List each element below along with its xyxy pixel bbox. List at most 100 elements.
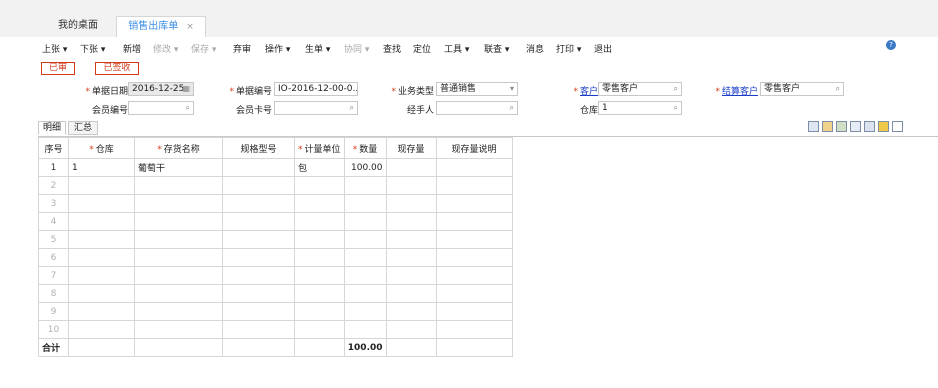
copy-row-icon[interactable]: [808, 121, 819, 132]
grid-cell[interactable]: [343, 284, 387, 303]
toolbar-item[interactable]: 新增: [123, 42, 141, 55]
grid-cell[interactable]: [435, 230, 513, 249]
grid-cell[interactable]: [435, 158, 513, 177]
toolbar-item[interactable]: 定位: [413, 42, 431, 55]
grid-cell[interactable]: [435, 266, 513, 285]
grid-cell[interactable]: [343, 230, 387, 249]
toolbar-item[interactable]: 生单 ▾: [305, 42, 330, 55]
grid-cell[interactable]: [385, 248, 437, 267]
grid-cell[interactable]: [385, 194, 437, 213]
view-row-icon[interactable]: [864, 121, 875, 132]
grid-cell[interactable]: [294, 194, 345, 213]
biztype-select[interactable]: 普通销售 ▾: [436, 82, 518, 96]
grid-cell[interactable]: [435, 248, 513, 267]
grid-cell[interactable]: [294, 230, 345, 249]
toolbar-item[interactable]: 联查 ▾: [484, 42, 509, 55]
table-row[interactable]: 3: [38, 194, 513, 213]
grid-cell[interactable]: [385, 284, 437, 303]
grid-cell[interactable]: [222, 284, 295, 303]
grid-cell[interactable]: [435, 284, 513, 303]
tab-sales-outbound[interactable]: 销售出库单 ×: [116, 16, 206, 37]
grid-column-header[interactable]: 现存量: [385, 137, 437, 159]
grid-settings-icon[interactable]: [892, 121, 903, 132]
grid-cell[interactable]: [294, 266, 345, 285]
grid-cell[interactable]: [294, 284, 345, 303]
grid-cell[interactable]: [222, 158, 295, 177]
grid-cell[interactable]: [294, 302, 345, 321]
grid-cell[interactable]: 葡萄干: [134, 158, 223, 177]
grid-cell[interactable]: [134, 194, 223, 213]
tab-my-desktop[interactable]: 我的桌面: [42, 16, 114, 37]
grid-cell[interactable]: [68, 212, 135, 231]
table-row[interactable]: 8: [38, 284, 513, 303]
grid-cell[interactable]: [385, 158, 437, 177]
grid-cell[interactable]: [68, 320, 135, 339]
grid-cell[interactable]: [222, 302, 295, 321]
grid-cell[interactable]: [222, 176, 295, 195]
toolbar-item[interactable]: 消息: [526, 42, 544, 55]
grid-cell[interactable]: [222, 194, 295, 213]
grid-cell[interactable]: [134, 266, 223, 285]
docno-field[interactable]: IO-2016-12-00-0...: [274, 82, 358, 96]
search-icon[interactable]: ⌕: [674, 102, 678, 114]
handler-field[interactable]: ⌕: [436, 101, 518, 115]
toolbar-item[interactable]: 操作 ▾: [265, 42, 290, 55]
customer-field[interactable]: 零售客户 ⌕: [598, 82, 682, 96]
grid-cell[interactable]: [435, 302, 513, 321]
grid-cell[interactable]: [385, 266, 437, 285]
toolbar-item[interactable]: 查找: [383, 42, 401, 55]
grid-cell[interactable]: [343, 176, 387, 195]
search-icon[interactable]: ⌕: [186, 102, 190, 114]
grid-cell[interactable]: [435, 176, 513, 195]
grid-cell[interactable]: [68, 194, 135, 213]
grid-cell[interactable]: [435, 320, 513, 339]
table-row[interactable]: 5: [38, 230, 513, 249]
grid-cell[interactable]: [68, 284, 135, 303]
grid-cell[interactable]: [294, 320, 345, 339]
table-row[interactable]: 9: [38, 302, 513, 321]
toolbar-item[interactable]: 协同 ▾: [344, 42, 369, 55]
grid-column-header[interactable]: * 计量单位: [294, 137, 345, 159]
grid-cell[interactable]: [222, 320, 295, 339]
grid-cell[interactable]: [134, 320, 223, 339]
grid-cell[interactable]: [134, 302, 223, 321]
table-row[interactable]: 1 1 葡萄干包 100.00: [38, 158, 513, 177]
grid-column-header[interactable]: 规格型号: [222, 137, 295, 159]
toolbar-item[interactable]: 弃审: [233, 42, 251, 55]
member-no-field[interactable]: ⌕: [128, 101, 194, 115]
grid-cell[interactable]: [385, 212, 437, 231]
toolbar-item[interactable]: 修改 ▾: [153, 42, 178, 55]
grid-cell[interactable]: [435, 194, 513, 213]
export-grid-icon[interactable]: [878, 121, 889, 132]
grid-cell[interactable]: [294, 212, 345, 231]
table-row[interactable]: 10: [38, 320, 513, 339]
grid-cell[interactable]: [343, 302, 387, 321]
search-icon[interactable]: ⌕: [836, 83, 840, 95]
grid-cell[interactable]: [134, 230, 223, 249]
grid-cell[interactable]: 100.00: [343, 158, 387, 177]
toolbar-item[interactable]: 工具 ▾: [444, 42, 469, 55]
grid-column-header[interactable]: 现存量说明: [435, 137, 513, 159]
grid-cell[interactable]: [134, 212, 223, 231]
grid-cell[interactable]: [385, 230, 437, 249]
grid-cell[interactable]: [222, 266, 295, 285]
settle-customer-field[interactable]: 零售客户 ⌕: [760, 82, 844, 96]
search-icon[interactable]: ⌕: [510, 102, 514, 114]
grid-cell[interactable]: [294, 248, 345, 267]
toolbar-item[interactable]: 退出: [594, 42, 612, 55]
toolbar-item[interactable]: 保存 ▾: [191, 42, 216, 55]
grid-cell[interactable]: [385, 176, 437, 195]
grid-cell[interactable]: [294, 176, 345, 195]
toolbar-item[interactable]: 下张 ▾: [80, 42, 105, 55]
date-field[interactable]: 2016-12-25 ▦: [128, 82, 194, 96]
grid-cell[interactable]: [385, 302, 437, 321]
warehouse-field[interactable]: 1 ⌕: [598, 101, 682, 115]
grid-cell[interactable]: [343, 194, 387, 213]
grid-column-header[interactable]: * 存货名称: [134, 137, 223, 159]
grid-column-header[interactable]: * 数量: [343, 137, 387, 159]
table-row[interactable]: 6: [38, 248, 513, 267]
delete-row-icon[interactable]: [850, 121, 861, 132]
member-card-field[interactable]: ⌕: [274, 101, 358, 115]
table-row[interactable]: 2: [38, 176, 513, 195]
grid-cell[interactable]: [435, 212, 513, 231]
